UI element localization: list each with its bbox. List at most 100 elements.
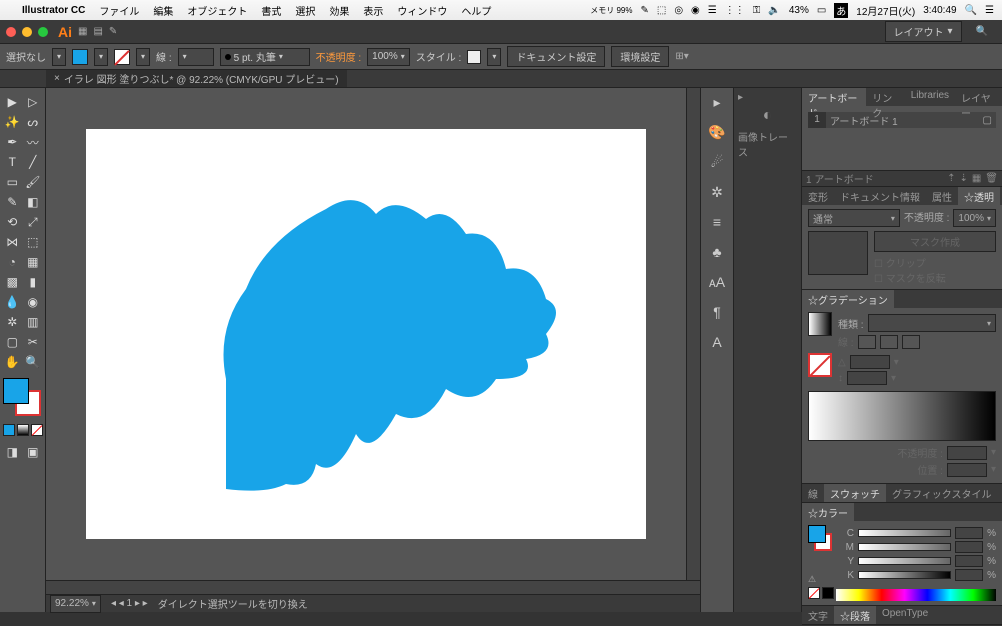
- y-value[interactable]: [955, 555, 983, 567]
- selection-tool[interactable]: ▶: [2, 92, 23, 112]
- color-mode-solid[interactable]: [3, 424, 15, 436]
- menu-file[interactable]: ファイル: [99, 3, 139, 18]
- tab-opentype[interactable]: OpenType: [876, 606, 934, 624]
- menu-window[interactable]: ウィンドウ: [397, 3, 447, 18]
- gradient-thumbnail[interactable]: [808, 312, 832, 336]
- minimize-window-button[interactable]: [22, 27, 32, 37]
- new-artboard-icon[interactable]: ▦: [972, 173, 981, 184]
- tab-libraries[interactable]: Libraries: [905, 88, 955, 106]
- canvas-viewport[interactable]: [46, 88, 686, 580]
- bluetooth-icon[interactable]: ⚿: [753, 5, 761, 16]
- symbol-sprayer-tool[interactable]: ✲: [2, 312, 23, 332]
- ime-icon[interactable]: あ: [834, 3, 848, 18]
- horizontal-scrollbar[interactable]: [46, 580, 700, 594]
- dock-para-icon[interactable]: ¶: [707, 304, 727, 324]
- reorder-down-icon[interactable]: ⇣: [959, 173, 967, 184]
- grad-opacity-field[interactable]: [947, 446, 987, 460]
- grad-ratio-field[interactable]: [847, 371, 887, 385]
- c-value[interactable]: [955, 527, 983, 539]
- mesh-tool[interactable]: ▩: [2, 272, 23, 292]
- dock-brush-icon[interactable]: ☄: [707, 154, 727, 174]
- rectangle-tool[interactable]: ▭: [2, 172, 23, 192]
- hand-tool[interactable]: ✋: [2, 352, 23, 372]
- grad-angle-field[interactable]: [850, 355, 890, 369]
- pen-tool[interactable]: ✒: [2, 132, 23, 152]
- zoom-field[interactable]: 92.22%: [50, 595, 101, 613]
- tab-docinfo[interactable]: ドキュメント情報: [834, 187, 926, 205]
- grad-stroke-opt1[interactable]: [858, 335, 876, 349]
- dock-symbols-icon[interactable]: ✲: [707, 184, 727, 204]
- tab-gradient[interactable]: ☆グラデーション: [802, 290, 894, 308]
- color-fill-sw[interactable]: [808, 525, 826, 543]
- draw-mode-icon[interactable]: ◨: [2, 442, 23, 462]
- eyedropper-tool[interactable]: 💧: [2, 292, 23, 312]
- dock-icon-1[interactable]: ▸: [707, 94, 727, 114]
- stock-icon[interactable]: ▤: [93, 26, 102, 37]
- grad-stroke-opt3[interactable]: [902, 335, 920, 349]
- tab-close-icon[interactable]: ×: [54, 73, 60, 84]
- style-swatch[interactable]: [467, 50, 481, 64]
- brush-dropdown[interactable]: 5 pt. 丸筆: [220, 48, 310, 66]
- stroke-swatch[interactable]: [114, 49, 130, 65]
- fill-dropdown[interactable]: [94, 48, 108, 66]
- fill-color[interactable]: [3, 378, 29, 404]
- wifi-icon[interactable]: ⋮⋮: [725, 5, 745, 16]
- m-value[interactable]: [955, 541, 983, 553]
- color-picker[interactable]: [3, 378, 43, 418]
- opacity-field[interactable]: 100%: [367, 48, 410, 66]
- curvature-tool[interactable]: 〰: [23, 132, 44, 152]
- dropbox-icon[interactable]: ⬚: [657, 5, 666, 16]
- grad-stop-swatch[interactable]: [808, 353, 832, 377]
- search-icon[interactable]: 🔍: [965, 5, 977, 16]
- scale-tool[interactable]: ⤢: [23, 212, 44, 232]
- black-swatch[interactable]: [822, 587, 834, 599]
- out-of-gamut-icon[interactable]: ⚠: [808, 574, 816, 585]
- width-tool[interactable]: ⋈: [2, 232, 23, 252]
- trans-opacity-field[interactable]: 100%: [953, 209, 996, 227]
- tab-color[interactable]: ☆カラー: [802, 503, 854, 521]
- volume-icon[interactable]: 🔈: [768, 5, 780, 16]
- make-mask-button[interactable]: マスク作成: [874, 231, 996, 252]
- notification-icon[interactable]: ☰: [985, 5, 994, 16]
- vertical-scrollbar[interactable]: [686, 88, 700, 580]
- style-dropdown[interactable]: [487, 48, 501, 66]
- selection-dropdown[interactable]: [52, 48, 66, 66]
- clip-checkbox[interactable]: ☐ クリップ: [874, 255, 996, 270]
- tab-character[interactable]: 文字: [802, 606, 834, 624]
- rotate-tool[interactable]: ⟲: [2, 212, 23, 232]
- m-slider[interactable]: [858, 543, 951, 551]
- zoom-tool[interactable]: 🔍: [23, 352, 44, 372]
- tab-attributes[interactable]: 属性: [926, 187, 958, 205]
- tab-transform[interactable]: 変形: [802, 187, 834, 205]
- menu-object[interactable]: オブジェクト: [187, 3, 247, 18]
- menu-select[interactable]: 選択: [295, 3, 315, 18]
- zoom-window-button[interactable]: [38, 27, 48, 37]
- k-slider[interactable]: [858, 571, 951, 579]
- free-transform-tool[interactable]: ⬚: [23, 232, 44, 252]
- image-trace-icon[interactable]: ◐: [763, 107, 773, 125]
- blend-mode-dropdown[interactable]: 通常: [808, 209, 900, 227]
- eraser-tool[interactable]: ◧: [23, 192, 44, 212]
- gradient-slider[interactable]: [808, 391, 996, 441]
- tab-graphic-styles[interactable]: グラフィックスタイル: [886, 484, 998, 502]
- screen-mode-icon[interactable]: ▣: [23, 442, 44, 462]
- c-slider[interactable]: [858, 529, 951, 537]
- menu-type[interactable]: 書式: [261, 3, 281, 18]
- shape-builder-tool[interactable]: ◔: [2, 252, 23, 272]
- color-mode-gradient[interactable]: [17, 424, 29, 436]
- stroke-weight-field[interactable]: [178, 48, 214, 66]
- k-value[interactable]: [955, 569, 983, 581]
- tab-paragraph[interactable]: ☆段落: [834, 606, 876, 624]
- dock-color-icon[interactable]: 🎨: [707, 124, 727, 144]
- grad-stroke-opt2[interactable]: [880, 335, 898, 349]
- battery-icon[interactable]: ▭: [817, 5, 826, 16]
- preferences-button[interactable]: 環境設定: [611, 46, 669, 67]
- tab-artboards[interactable]: アートボード: [802, 88, 866, 106]
- graph-tool[interactable]: ▥: [23, 312, 44, 332]
- grad-pos-field[interactable]: [947, 463, 987, 477]
- app-name-menu[interactable]: Illustrator CC: [22, 5, 85, 16]
- stroke-dropdown[interactable]: [136, 48, 150, 66]
- artboard-tool[interactable]: ▢: [2, 332, 23, 352]
- color-spectrum[interactable]: [836, 589, 996, 601]
- tab-swatches[interactable]: スウォッチ: [824, 484, 886, 502]
